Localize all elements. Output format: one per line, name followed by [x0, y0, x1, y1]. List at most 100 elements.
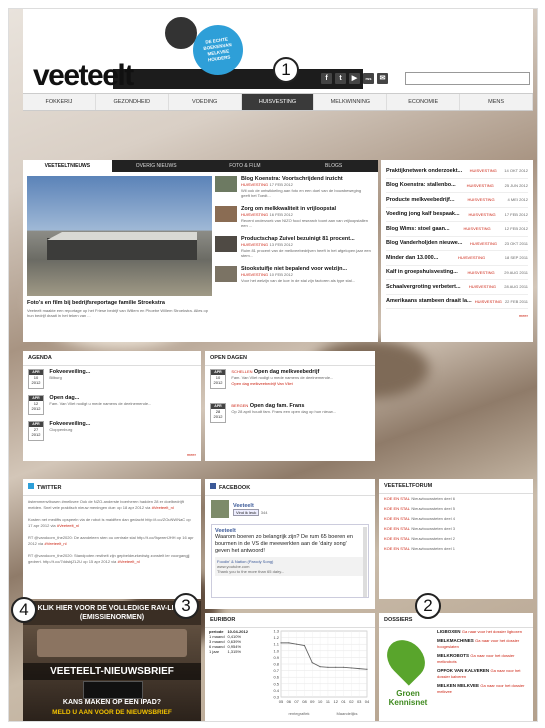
- list-item[interactable]: Kalf in groepshuisvesting... HUISVESTING 2…: [386, 266, 528, 280]
- news-item[interactable]: Stookstuifje niet bepalend voor welzijn.…: [215, 266, 375, 296]
- agenda-item[interactable]: APR 10 2012 Fokveeveiling... Bilburg: [23, 366, 201, 392]
- list-item[interactable]: Producte melkveebedrijf... HUISVESTING 4 M…: [386, 193, 528, 208]
- list-item-tag[interactable]: HUISVESTING: [469, 284, 496, 289]
- list-item-tag[interactable]: HUISVESTING: [470, 168, 497, 173]
- opendag-tag[interactable]: SCHELLEN: [231, 369, 252, 374]
- dossier-item[interactable]: MELKMACHINES Ga naar voor het dossier ho…: [437, 638, 531, 650]
- tweet-handle[interactable]: #Veeteelt_nl: [118, 559, 140, 564]
- tweet-handle[interactable]: #Veeteelt_nl: [57, 523, 79, 528]
- news-item-tag[interactable]: HUISVESTING: [241, 272, 268, 277]
- nav-gezondheid[interactable]: GEZONDHEID: [96, 94, 169, 110]
- more-link[interactable]: meer: [386, 313, 528, 318]
- dossier-item[interactable]: OPFOK VAN KALVEREN Ga naar voor het doss…: [437, 668, 531, 680]
- list-item-title[interactable]: Minder dan 13.000...: [386, 255, 438, 261]
- news-item[interactable]: Productschap Zuivel bezuinigt 81 procent…: [215, 236, 375, 266]
- chart-point: [296, 643, 298, 645]
- tab-overig-nieuws[interactable]: OVERIG NIEUWS: [112, 160, 201, 172]
- facebook-like-button[interactable]: Vind ik leuk: [233, 508, 260, 516]
- opendag-item[interactable]: APR 10 2012 SCHELLEN Open dag melkveebedri…: [205, 366, 375, 400]
- opendag-tag[interactable]: BERGEN: [231, 403, 248, 408]
- agenda-panel: AGENDA APR 10 2012 Fokveeveiling... Bilburg…: [23, 351, 201, 461]
- list-item-title[interactable]: Voeding jong kalf bespaak...: [386, 211, 460, 217]
- groen-kennisnet-leaf-icon: [379, 632, 433, 686]
- tab-blogs[interactable]: BLOGS: [289, 160, 378, 172]
- list-item-tag[interactable]: HUISVESTING: [467, 270, 494, 275]
- list-item-title[interactable]: Blog Wims: stoel gaan...: [386, 226, 450, 232]
- newsletter-title[interactable]: VEETEELT-NIEUWSBRIEF: [23, 663, 201, 680]
- feature-title[interactable]: Foto's en film bij bedrijfsreportage fam…: [27, 300, 212, 306]
- list-item[interactable]: Schaalvergroting verbetert... HUISVESTING…: [386, 280, 528, 295]
- list-item[interactable]: Blog Wims: stoel gaan... HUISVESTING 12 FE…: [386, 222, 528, 237]
- groen-kennisnet-logo[interactable]: Groen Kennisnet: [383, 689, 433, 707]
- nav-fokkerij[interactable]: FOKKERIJ: [23, 94, 96, 110]
- news-item[interactable]: Blog Koenstra: Voortschrijdend inzicht H…: [215, 176, 375, 206]
- list-item-title[interactable]: Blog Vanderholjden nieuwe...: [386, 240, 462, 246]
- list-item-tag[interactable]: HUISVESTING: [464, 226, 491, 231]
- forum-item[interactable]: KOE EN STAL Nieuwbouwsteten deel 6: [379, 494, 533, 504]
- youtube-icon[interactable]: ▶: [349, 73, 360, 84]
- dossier-item[interactable]: MELKEN MELKVEE Ga naar voor het dossier …: [437, 683, 531, 695]
- facebook-title: FACEBOOK: [205, 479, 375, 496]
- feature-image[interactable]: [27, 176, 212, 296]
- list-item[interactable]: Voeding jong kalf bespaak... HUISVESTING 1…: [386, 208, 528, 222]
- facebook-feed[interactable]: Veeteelt Waarom boeren zo belangrijk zij…: [211, 524, 369, 598]
- list-item[interactable]: Blog Koenstra: stallenbo... HUISVESTING 25…: [386, 179, 528, 193]
- list-item-title[interactable]: Kalf in groepshuisvesting...: [386, 269, 458, 275]
- list-item[interactable]: Amerikaans stambeen draait la... HUISVEST…: [386, 295, 528, 309]
- forum-item[interactable]: KOE EN STAL Nieuwbouwsteten deel 2: [379, 534, 533, 544]
- list-item-tag[interactable]: HUISVESTING: [470, 241, 497, 246]
- news-item-tag[interactable]: HUISVESTING: [241, 212, 268, 217]
- list-item[interactable]: Minder dan 13.000... HUISVESTING 18 SEP 20…: [386, 251, 528, 266]
- nav-voeding[interactable]: VOEDING: [169, 94, 242, 110]
- forum-item[interactable]: KOE EN STAL Nieuwbouwsteten deel 3: [379, 524, 533, 534]
- nav-mens[interactable]: MENS: [460, 94, 534, 110]
- agenda-item[interactable]: APR 27 2012 Fokveeveiling... Cloppenburg: [23, 418, 201, 444]
- site-logo[interactable]: veeteelt: [33, 59, 134, 93]
- dossier-item[interactable]: LIGBOXEN Ga naar voor het dossier ligbox…: [437, 629, 531, 635]
- list-item[interactable]: Praktijknetwerk onderzoekt... HUISVESTING…: [386, 164, 528, 179]
- list-item-title[interactable]: Praktijknetwerk onderzoekt...: [386, 168, 462, 174]
- search-input[interactable]: [405, 72, 530, 85]
- list-item-title[interactable]: Blog Koenstra: stallenbo...: [386, 182, 456, 188]
- news-item-tag[interactable]: HUISVESTING: [241, 182, 268, 187]
- facebook-icon[interactable]: f: [321, 73, 332, 84]
- opendagen-panel: OPEN DAGEN APR 10 2012 SCHELLEN Open dag m…: [205, 351, 375, 461]
- agenda-item[interactable]: APR 12 2012 Open dag... Fam. Van Vliet nodi…: [23, 392, 201, 418]
- list-item[interactable]: Blog Vanderholjden nieuwe... HUISVESTING 2…: [386, 237, 528, 251]
- forum-item[interactable]: KOE EN STAL Nieuwbouwsteten deel 4: [379, 514, 533, 524]
- news-item[interactable]: Zorg om melkkwaliteit in vrijloopstal HU…: [215, 206, 375, 236]
- opendag-link[interactable]: Open dag melkveebedrijf Van Vliet: [231, 381, 292, 386]
- newsletter-cta[interactable]: MELD U AAN VOOR DE NIEUWSBRIEF: [23, 709, 201, 716]
- nav-huisvesting[interactable]: HUISVESTING: [241, 94, 315, 110]
- nav-economie[interactable]: ECONOMIE: [387, 94, 461, 110]
- forum-item[interactable]: KOE EN STAL Nieuwbouwsteten deel 5: [379, 504, 533, 514]
- mail-icon[interactable]: ✉: [377, 73, 388, 84]
- list-item-title[interactable]: Schaalvergroting verbetert...: [386, 284, 461, 290]
- tweet-handle[interactable]: #Veeteelt_nl: [152, 505, 174, 510]
- promo-panel[interactable]: KLIK HIER VOOR DE VOLLEDIGE RAV-LIJST (E…: [23, 601, 201, 721]
- feed-scrollbar[interactable]: [363, 527, 367, 597]
- list-item-tag[interactable]: HUISVESTING: [467, 183, 494, 188]
- tab-veeteeltnieuws[interactable]: VEETEELTNIEUWS: [23, 160, 112, 172]
- opendag-item[interactable]: APR 28 2012 BERGEN Open dag fam. Frans Op 2…: [205, 400, 375, 430]
- ipad-text[interactable]: KANS MAKEN OP EEN IPAD?: [23, 699, 201, 706]
- list-item-tag[interactable]: HUISVESTING: [469, 212, 496, 217]
- list-item-tag[interactable]: HUISVESTING: [467, 197, 494, 202]
- tab-foto-film[interactable]: FOTO & FILM: [201, 160, 290, 172]
- list-item-title[interactable]: Amerikaans stambeen draait la...: [386, 298, 472, 304]
- forum-item[interactable]: KOE EN STAL Nieuwbouwsteten deel 1: [379, 544, 533, 554]
- tweet: Kosten net medifts opspeeln via de robot…: [28, 517, 191, 528]
- dossier-item[interactable]: MELKROBOTS Ga naar voor het dossier melk…: [437, 653, 531, 665]
- twitter-icon[interactable]: t: [335, 73, 346, 84]
- tweet-handle[interactable]: #Veeteelt_nl: [45, 541, 67, 546]
- list-item-date: 23 OKT 2011: [504, 240, 528, 246]
- nav-melkwinning[interactable]: MELKWINNING: [314, 94, 388, 110]
- promo-image: [37, 629, 187, 657]
- list-item-tag[interactable]: HUISVESTING: [458, 255, 485, 260]
- list-item-title[interactable]: Producte melkveebedrijf...: [386, 197, 454, 203]
- rss-icon[interactable]: rss: [363, 73, 374, 84]
- list-item-tag[interactable]: HUISVESTING: [475, 299, 502, 304]
- shared-link[interactable]: Foodin' & Nation (Parody Song) www.youtub…: [215, 557, 365, 576]
- news-item-tag[interactable]: HUISVESTING: [241, 242, 268, 247]
- agenda-more-link[interactable]: meer: [187, 452, 196, 457]
